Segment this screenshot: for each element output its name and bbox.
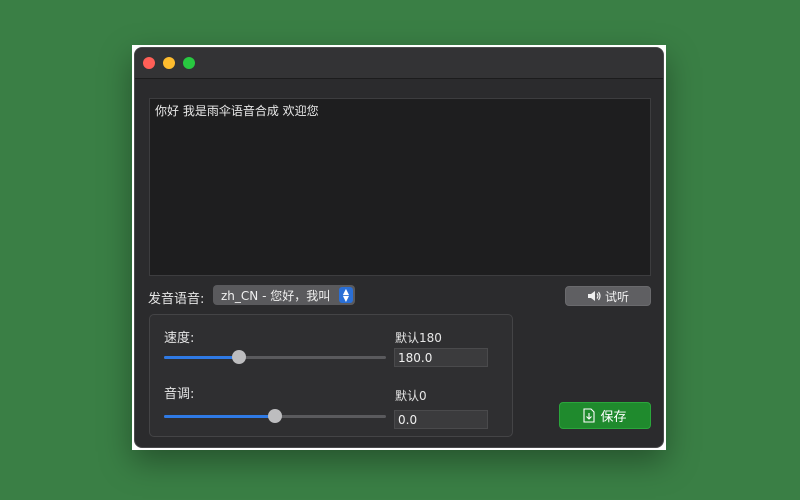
- speed-slider[interactable]: [164, 350, 386, 364]
- speed-default-label: 默认180: [395, 331, 442, 345]
- title-bar: [135, 48, 663, 79]
- save-button-label: 保存: [600, 410, 627, 425]
- pitch-slider[interactable]: [164, 409, 386, 423]
- voice-select[interactable]: zh_CN - 您好，我叫 ▲ ▼: [213, 285, 355, 305]
- speed-label: 速度:: [164, 331, 195, 346]
- text-input-area[interactable]: 你好 我是雨伞语音合成 欢迎您: [149, 98, 651, 276]
- close-window-button[interactable]: [143, 57, 155, 69]
- minimize-window-button[interactable]: [163, 57, 175, 69]
- pitch-slider-fill: [164, 415, 275, 418]
- pitch-value-field[interactable]: [394, 410, 488, 429]
- listen-button[interactable]: 试听: [565, 286, 651, 306]
- voice-parameters-group: 速度: 默认180 音调: 默认0: [149, 314, 513, 437]
- file-download-icon: [583, 408, 596, 423]
- voice-selected-value: zh_CN - 您好，我叫: [221, 289, 331, 303]
- pitch-label: 音调:: [164, 387, 195, 402]
- chevron-up-down-icon: ▲ ▼: [339, 287, 353, 303]
- window-content: 你好 我是雨伞语音合成 欢迎您 发音语音: zh_CN - 您好，我叫 ▲ ▼ 试…: [134, 47, 664, 448]
- app-window: 你好 我是雨伞语音合成 欢迎您 发音语音: zh_CN - 您好，我叫 ▲ ▼ 试…: [132, 45, 666, 450]
- voice-label: 发音语音:: [148, 292, 205, 307]
- pitch-default-label: 默认0: [395, 389, 427, 403]
- pitch-slider-knob[interactable]: [268, 409, 282, 423]
- speed-value-field[interactable]: [394, 348, 488, 367]
- listen-button-label: 试听: [604, 289, 629, 304]
- save-button[interactable]: 保存: [559, 402, 651, 429]
- speaker-icon: [587, 291, 601, 301]
- zoom-window-button[interactable]: [183, 57, 195, 69]
- speed-slider-fill: [164, 356, 240, 359]
- speed-slider-knob[interactable]: [232, 350, 247, 364]
